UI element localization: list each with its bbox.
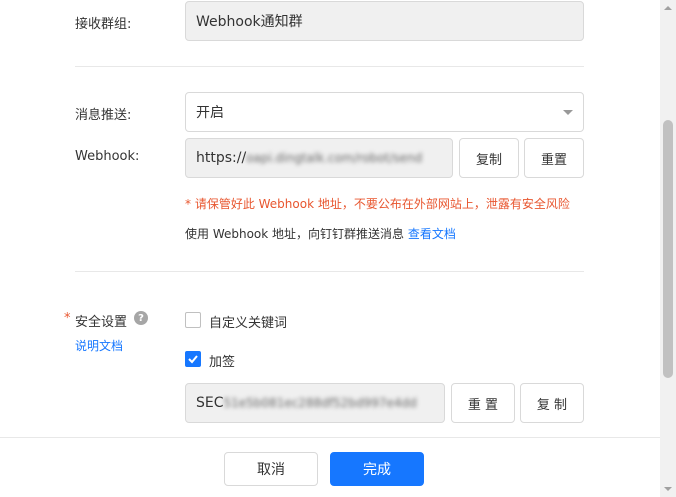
check-icon: [188, 355, 198, 364]
scroll-down-arrow[interactable]: [664, 487, 672, 491]
webhook-copy-button[interactable]: 复制: [459, 138, 519, 178]
sign-option-label[interactable]: 加签: [209, 351, 235, 370]
divider-top: [75, 66, 584, 67]
secret-reset-button[interactable]: 重 置: [451, 383, 515, 423]
secret-blurred: 51e5b081ec288df52bd997e4dd: [223, 396, 417, 410]
group-label: 接收群组:: [75, 17, 132, 32]
required-mark: *: [64, 311, 71, 326]
security-label: 安全设置: [75, 315, 128, 330]
push-select[interactable]: 开启: [185, 92, 584, 132]
webhook-reset-button[interactable]: 重置: [524, 138, 584, 178]
security-docs-link[interactable]: 说明文档: [75, 337, 123, 354]
push-label: 消息推送:: [75, 108, 132, 123]
cancel-button[interactable]: 取消: [224, 452, 318, 486]
webhook-label: Webhook:: [75, 149, 140, 164]
caret-down-icon: [563, 109, 573, 115]
secret-field: SEC 51e5b081ec288df52bd997e4dd: [185, 383, 445, 423]
group-field: Webhook通知群: [185, 1, 584, 41]
webhook-warning: * 请保管好此 Webhook 地址，不要公布在外部网站上，泄露有安全风险: [185, 197, 570, 211]
group-value: Webhook通知群: [196, 14, 303, 30]
sign-checkbox[interactable]: [185, 351, 201, 367]
webhook-usage-text: 使用 Webhook 地址，向钉钉群推送消息: [185, 227, 405, 241]
scrollbar-thumb[interactable]: [663, 120, 673, 378]
webhook-usage: 使用 Webhook 地址，向钉钉群推送消息 查看文档: [185, 225, 456, 242]
divider-middle: [75, 271, 584, 272]
done-button[interactable]: 完成: [330, 452, 424, 486]
help-icon[interactable]: ?: [134, 311, 148, 325]
keyword-checkbox[interactable]: [185, 312, 201, 328]
view-docs-link[interactable]: 查看文档: [408, 227, 456, 241]
secret-copy-button[interactable]: 复 制: [520, 383, 584, 423]
scroll-up-arrow[interactable]: [664, 6, 672, 10]
webhook-field: https:// oapi.dingtalk.com/robot/send: [185, 138, 453, 178]
push-select-value: 开启: [196, 105, 224, 121]
keyword-option-label[interactable]: 自定义关键词: [209, 312, 287, 331]
secret-prefix: SEC: [196, 395, 224, 411]
webhook-url-blurred: oapi.dingtalk.com/robot/send: [246, 151, 423, 165]
dialog-footer: 取消 完成: [0, 437, 660, 497]
webhook-prefix: https://: [196, 150, 247, 166]
